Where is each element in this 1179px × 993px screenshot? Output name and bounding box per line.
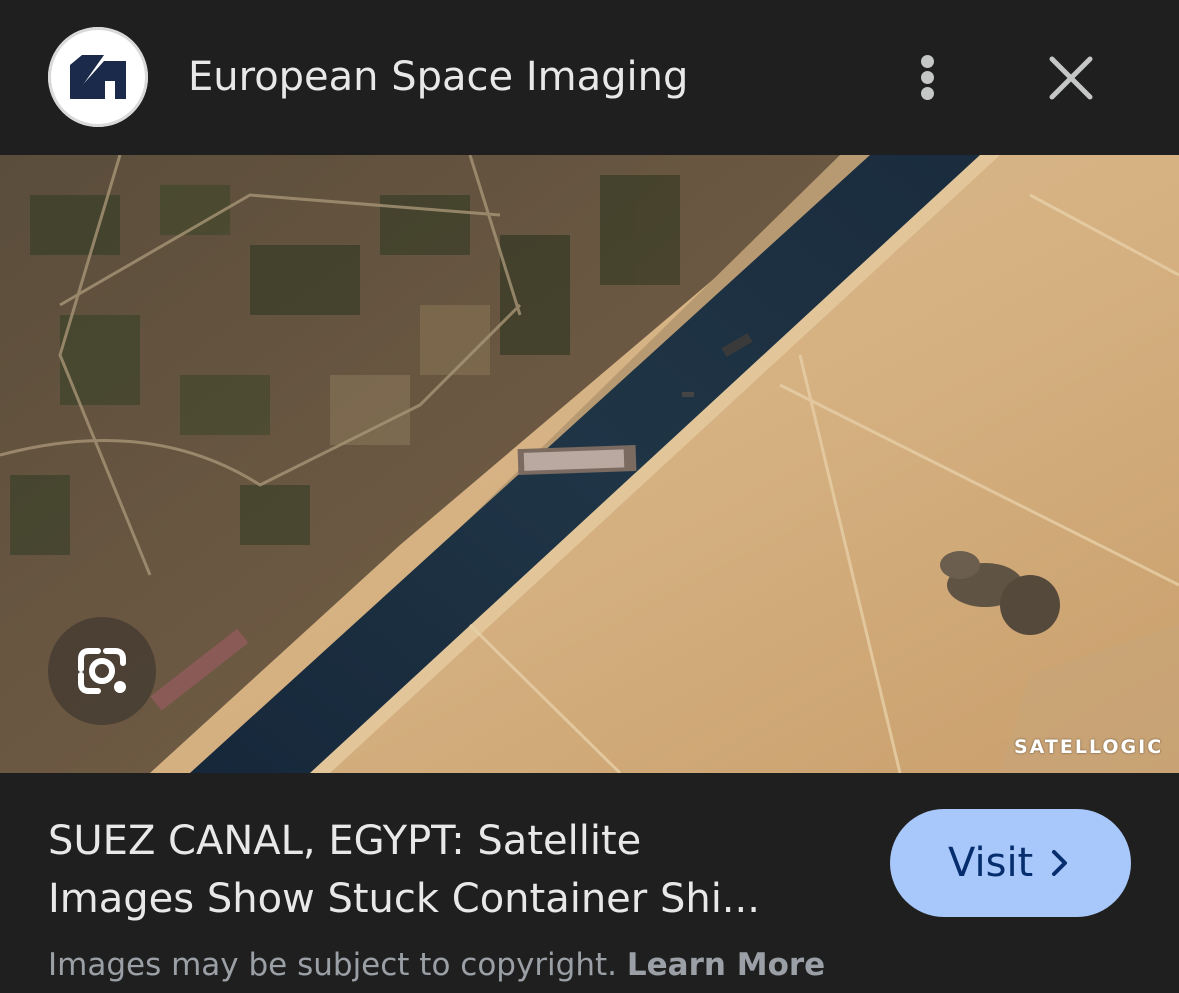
more-vert-icon <box>921 55 934 68</box>
result-title[interactable]: SUEZ CANAL, EGYPT: Satellite Images Show… <box>48 812 858 928</box>
result-footer: SUEZ CANAL, EGYPT: Satellite Images Show… <box>0 773 1179 993</box>
satellite-image[interactable]: SATELLOGIC <box>0 155 1179 773</box>
more-vert-icon-dot <box>921 71 934 84</box>
visit-button[interactable]: Visit <box>890 809 1131 917</box>
european-space-imaging-logo[interactable] <box>48 27 148 127</box>
suez-canal-satellite-image <box>0 155 1179 773</box>
learn-more-link[interactable]: Learn More <box>627 947 825 983</box>
close-button[interactable] <box>1040 47 1102 109</box>
more-vert-icon-dot <box>921 87 934 100</box>
satellogic-watermark: SATELLOGIC <box>1014 736 1164 758</box>
header-bar: European Space Imaging <box>0 0 1179 155</box>
copyright-text: Images may be subject to copyright. <box>48 947 618 983</box>
result-title-line-1: SUEZ CANAL, EGYPT: Satellite <box>48 818 642 864</box>
site-name[interactable]: European Space Imaging <box>188 50 688 104</box>
google-lens-icon <box>78 648 126 694</box>
more-options-button[interactable] <box>900 47 956 107</box>
chevron-right-icon <box>1052 850 1067 876</box>
visit-button-label: Visit <box>948 840 1034 886</box>
google-lens-button[interactable] <box>48 617 156 725</box>
close-icon <box>1049 56 1093 100</box>
copyright-notice: Images may be subject to copyright. Lear… <box>48 943 825 987</box>
result-title-line-2: Images Show Stuck Container Shi... <box>48 876 760 922</box>
